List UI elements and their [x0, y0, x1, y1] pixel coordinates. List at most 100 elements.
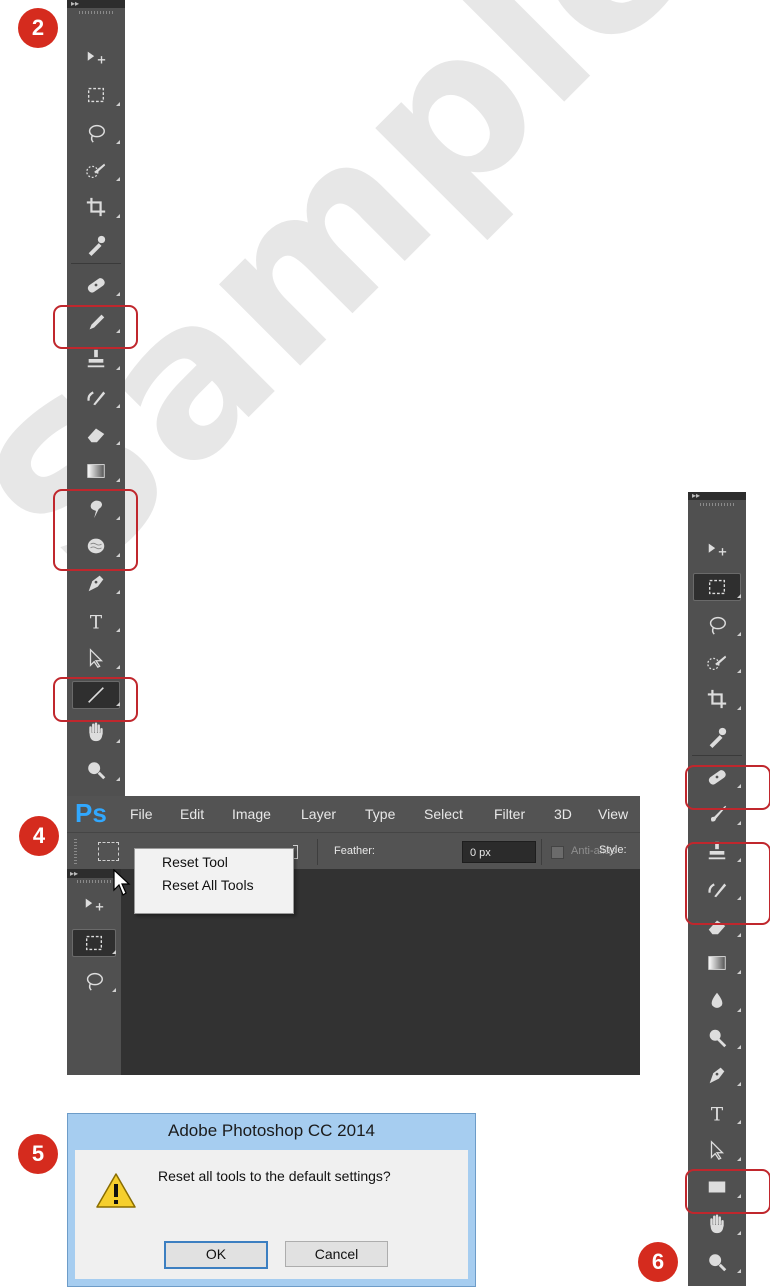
move-tool[interactable] [688, 532, 746, 568]
panel-grip[interactable] [79, 11, 113, 14]
cursor-icon [113, 869, 131, 896]
antialias-checkbox[interactable] [551, 846, 564, 859]
feather-input[interactable]: 0 px [462, 841, 536, 863]
step-badge-6: 6 [638, 1242, 678, 1282]
panel-grip[interactable] [77, 880, 111, 883]
reset-context-menu: Reset Tool Reset All Tools [134, 848, 294, 914]
quick-selection-tool[interactable] [67, 152, 125, 188]
highlight-blur-dodge [685, 842, 770, 925]
quick-selection-icon [86, 163, 106, 178]
lasso-tool[interactable] [688, 607, 746, 643]
path-selection-icon [89, 647, 104, 668]
history-brush-icon [87, 391, 106, 405]
zoom-tool[interactable] [67, 752, 125, 788]
pen-icon [709, 1067, 725, 1084]
ok-button[interactable]: OK [164, 1241, 268, 1269]
menu-image[interactable]: Image [232, 806, 271, 822]
lasso-icon [88, 124, 105, 143]
menu-edit[interactable]: Edit [180, 806, 204, 822]
rect-marquee-icon [87, 88, 105, 103]
menu-bar: Ps File Edit Image Layer Type Select Fil… [67, 796, 640, 832]
dodge-tool[interactable] [688, 1020, 746, 1056]
cancel-button[interactable]: Cancel [285, 1241, 388, 1267]
eyedropper-tool[interactable] [67, 227, 125, 263]
tool-preset-icon[interactable] [98, 842, 119, 861]
crop-icon [707, 690, 727, 709]
svg-text:T: T [90, 612, 103, 632]
reset-all-tools-item[interactable]: Reset All Tools [162, 877, 254, 893]
pen-tool[interactable] [688, 1057, 746, 1093]
options-grip[interactable] [74, 839, 77, 865]
rect-marquee-icon [85, 935, 103, 951]
collapse-icon[interactable]: ▸▸ [692, 491, 700, 501]
healing-brush-icon [87, 277, 105, 293]
eyedropper-tool[interactable] [688, 719, 746, 755]
lasso-tool[interactable] [67, 963, 121, 999]
highlight-brush [685, 765, 770, 810]
lasso-tool[interactable] [67, 115, 125, 151]
highlight-line [53, 677, 138, 722]
move-tool[interactable] [67, 40, 125, 76]
tool-separator [692, 754, 742, 756]
mini-tools-panel: ▸▸ [67, 869, 121, 1075]
move-icon [708, 543, 727, 556]
quick-selection-tool[interactable] [688, 644, 746, 680]
gradient-tool[interactable] [67, 453, 125, 489]
panel-grip[interactable] [700, 503, 734, 506]
menu-select[interactable]: Select [424, 806, 463, 822]
step-badge-5: 5 [18, 1134, 58, 1174]
gradient-tool[interactable] [688, 945, 746, 981]
zoom-tool[interactable] [688, 1244, 746, 1280]
blur-icon [711, 992, 723, 1008]
type-icon: T [711, 1104, 724, 1124]
hand-icon [89, 722, 103, 742]
highlight-smudge-sponge [53, 489, 138, 571]
gradient-icon [708, 956, 726, 971]
eraser-icon [87, 428, 105, 443]
highlight-rectangle [685, 1169, 770, 1214]
menu-view[interactable]: View [598, 806, 628, 822]
menu-type[interactable]: Type [365, 806, 395, 822]
reset-dialog: Adobe Photoshop CC 2014 Reset all tools … [67, 1113, 476, 1287]
photoshop-window: Ps File Edit Image Layer Type Select Fil… [67, 796, 640, 1075]
collapse-icon[interactable]: ▸▸ [71, 0, 79, 9]
panel-header[interactable]: ▸▸ [67, 0, 125, 8]
rect-marquee-tool[interactable] [67, 77, 125, 113]
eraser-tool[interactable] [67, 416, 125, 452]
style-label: Style: [599, 844, 627, 856]
type-tool[interactable]: T [67, 603, 125, 639]
svg-text:T: T [711, 1104, 724, 1124]
tool-separator [71, 262, 121, 264]
path-selection-tool[interactable] [688, 1132, 746, 1168]
type-tool[interactable]: T [688, 1095, 746, 1131]
pen-icon [88, 575, 104, 592]
eyedropper-icon [709, 727, 727, 748]
ps-logo: Ps [75, 798, 107, 828]
menu-file[interactable]: File [130, 806, 153, 822]
gradient-icon [87, 464, 105, 479]
menu-layer[interactable]: Layer [301, 806, 336, 822]
rect-marquee-tool[interactable] [688, 569, 746, 605]
blur-tool[interactable] [688, 983, 746, 1019]
crop-tool[interactable] [688, 681, 746, 717]
move-icon [87, 51, 106, 64]
move-icon [85, 898, 104, 911]
zoom-icon [709, 1253, 727, 1271]
history-brush-tool[interactable] [67, 379, 125, 415]
zoom-icon [88, 761, 106, 779]
rect-marquee-icon [708, 580, 726, 595]
quick-selection-icon [707, 655, 727, 670]
menu-3d[interactable]: 3D [554, 806, 572, 822]
panel-header[interactable]: ▸▸ [688, 491, 746, 501]
step-badge-4: 4 [19, 816, 59, 856]
path-selection-tool[interactable] [67, 640, 125, 676]
rect-marquee-tool[interactable] [67, 925, 121, 961]
crop-tool[interactable] [67, 189, 125, 225]
menu-filter[interactable]: Filter [494, 806, 525, 822]
step-badge-2: 2 [18, 8, 58, 48]
crop-icon [86, 198, 106, 217]
healing-brush-tool[interactable] [67, 267, 125, 303]
reset-tool-item[interactable]: Reset Tool [162, 854, 228, 870]
lasso-icon [86, 972, 103, 991]
eyedropper-icon [88, 235, 106, 256]
